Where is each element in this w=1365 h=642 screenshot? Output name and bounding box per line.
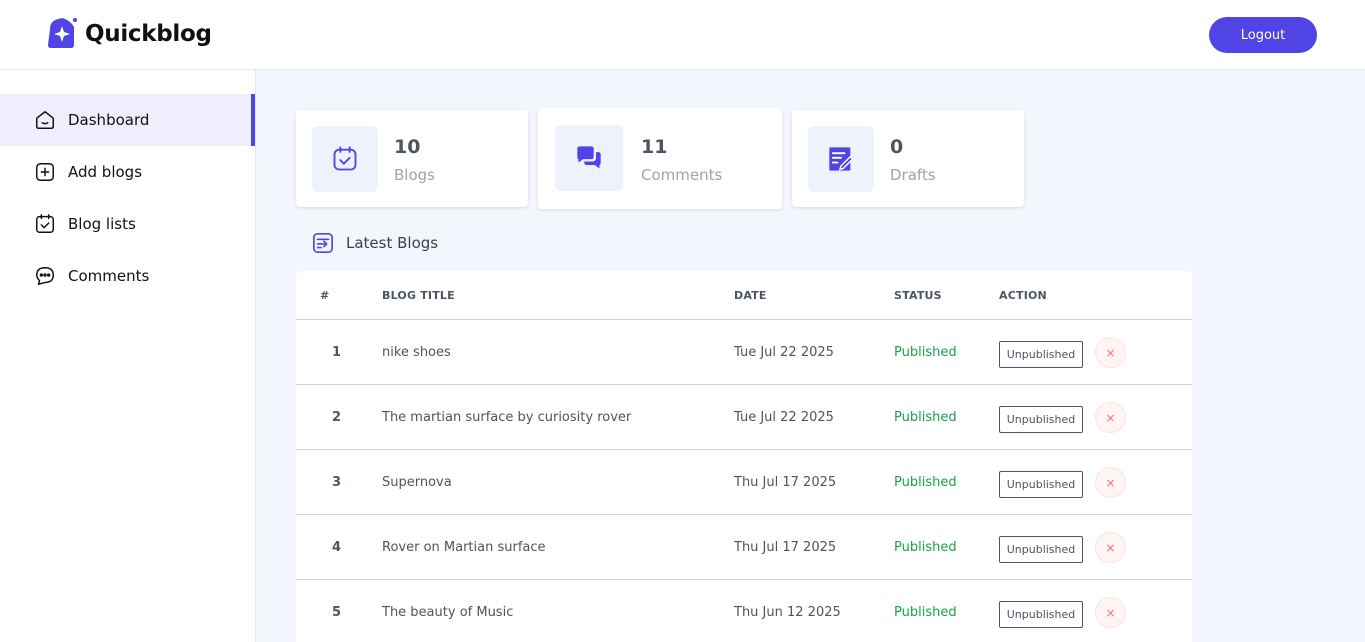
logout-button[interactable]: Logout (1209, 17, 1317, 53)
row-status: Published (894, 605, 957, 620)
row-status: Published (894, 540, 957, 555)
delete-icon[interactable]: × (1095, 402, 1126, 433)
stat-label: Comments (641, 166, 723, 184)
calendar-check-icon (333, 146, 357, 171)
home-icon (36, 111, 54, 129)
table-header: # BLOG TITLE DATE STATUS ACTION (296, 271, 1192, 320)
column-header-date: DATE (734, 289, 767, 302)
stat-count: 10 (394, 136, 421, 158)
delete-icon[interactable]: × (1095, 597, 1126, 628)
latest-blogs-heading: Latest Blogs (312, 232, 438, 254)
row-title: The beauty of Music (382, 605, 514, 620)
row-title: Supernova (382, 475, 452, 490)
stat-card-blogs: 10 Blogs (296, 110, 528, 207)
sidebar-item-blog-lists[interactable]: Blog lists (0, 198, 255, 250)
unpublish-button[interactable]: Unpublished (999, 601, 1083, 628)
row-status: Published (894, 410, 957, 425)
stat-label: Blogs (394, 166, 435, 184)
row-number: 3 (332, 475, 342, 490)
edit-document-icon (829, 147, 854, 171)
row-date: Tue Jul 22 2025 (734, 410, 834, 425)
row-number: 2 (332, 410, 342, 425)
calendar-check-icon (36, 214, 54, 233)
delete-icon[interactable]: × (1095, 337, 1126, 368)
add-square-icon (36, 163, 54, 181)
stat-icon-box (808, 126, 874, 192)
column-header-action: ACTION (999, 289, 1047, 302)
logo-text: Quickblog (85, 20, 212, 47)
table-row: 2 The martian surface by curiosity rover… (296, 385, 1192, 450)
unpublish-button[interactable]: Unpublished (999, 406, 1083, 433)
sidebar-item-label: Blog lists (68, 215, 136, 233)
sidebar: Dashboard Add blogs Blog lists Comments (0, 70, 256, 642)
row-status: Published (894, 475, 957, 490)
row-date: Tue Jul 22 2025 (734, 345, 834, 360)
list-arrow-icon (313, 233, 333, 253)
sidebar-item-dashboard[interactable]: Dashboard (0, 94, 255, 146)
row-number: 4 (332, 540, 342, 555)
row-date: Thu Jul 17 2025 (734, 540, 837, 555)
row-title: Rover on Martian surface (382, 540, 546, 555)
top-header: Quickblog Logout (0, 0, 1365, 70)
chat-bubbles-icon (577, 146, 601, 169)
row-number: 5 (332, 605, 342, 620)
stat-card-drafts: 0 Drafts (792, 110, 1024, 207)
column-header-status: STATUS (894, 289, 942, 302)
sidebar-item-label: Dashboard (68, 111, 150, 129)
logo[interactable]: Quickblog (46, 17, 212, 50)
logo-icon (48, 18, 77, 48)
row-number: 1 (332, 345, 342, 360)
stat-label: Drafts (890, 166, 936, 184)
chat-bubble-icon (36, 267, 54, 285)
table-row: 1 nike shoes Tue Jul 22 2025 Published U… (296, 320, 1192, 385)
sidebar-item-label: Comments (68, 267, 150, 285)
blogs-table: # BLOG TITLE DATE STATUS ACTION 1 nike s… (296, 271, 1192, 642)
row-date: Thu Jul 17 2025 (734, 475, 837, 490)
delete-icon[interactable]: × (1095, 532, 1126, 563)
sidebar-item-comments[interactable]: Comments (0, 250, 255, 302)
unpublish-button[interactable]: Unpublished (999, 471, 1083, 498)
row-title: The martian surface by curiosity rover (382, 410, 632, 425)
latest-blogs-title: Latest Blogs (346, 234, 439, 252)
sidebar-item-label: Add blogs (68, 163, 143, 181)
stat-count: 0 (890, 136, 904, 158)
main-content: 10 Blogs 11 Comments 0 Drafts Latest Blo… (256, 70, 1365, 642)
stat-icon-box (312, 126, 378, 192)
sidebar-item-add-blogs[interactable]: Add blogs (0, 146, 255, 198)
row-status: Published (894, 345, 957, 360)
row-title: nike shoes (382, 345, 451, 360)
unpublish-button[interactable]: Unpublished (999, 536, 1083, 563)
delete-icon[interactable]: × (1095, 467, 1126, 498)
row-date: Thu Jun 12 2025 (734, 605, 841, 620)
column-header-number: # (320, 289, 330, 302)
stat-card-comments: 11 Comments (538, 108, 782, 209)
unpublish-button[interactable]: Unpublished (999, 341, 1083, 368)
table-row: 4 Rover on Martian surface Thu Jul 17 20… (296, 515, 1192, 580)
stat-icon-box (555, 125, 623, 191)
stat-count: 11 (641, 136, 668, 158)
table-row: 5 The beauty of Music Thu Jun 12 2025 Pu… (296, 580, 1192, 642)
column-header-title: BLOG TITLE (382, 289, 455, 302)
table-row: 3 Supernova Thu Jul 17 2025 Published Un… (296, 450, 1192, 515)
